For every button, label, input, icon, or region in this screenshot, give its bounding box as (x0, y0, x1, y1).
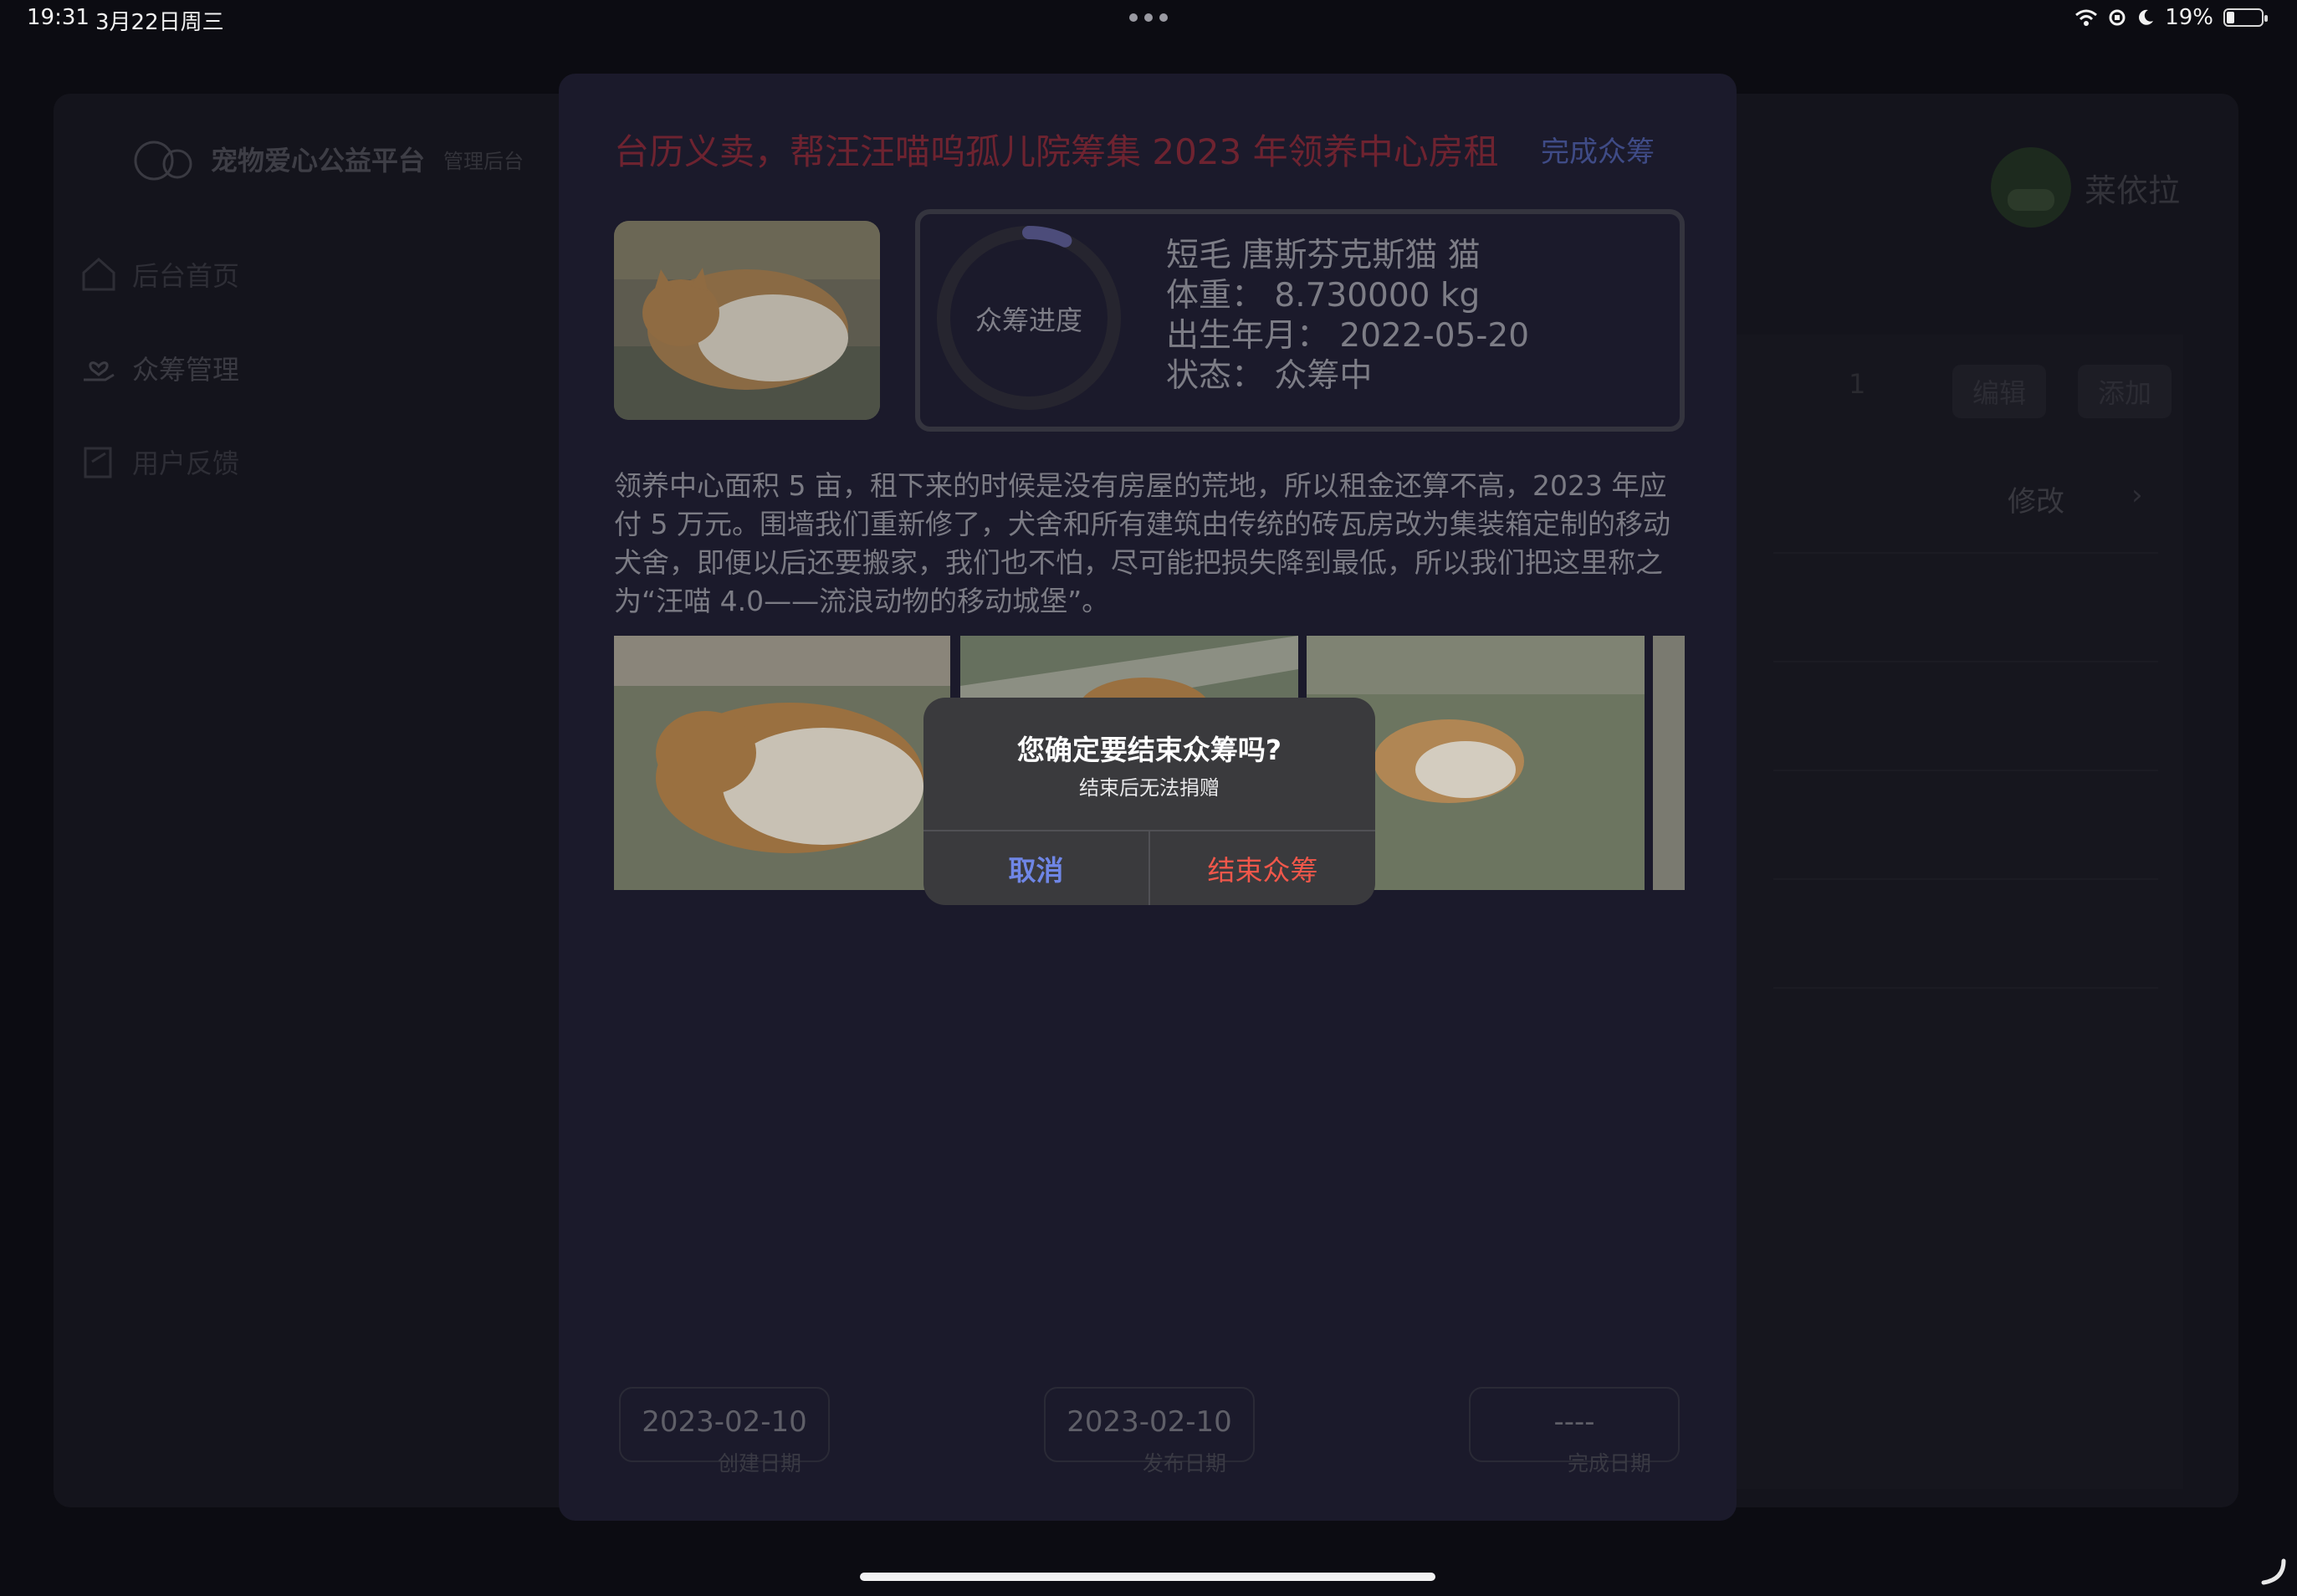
edit-button[interactable]: 编辑 (1952, 365, 2047, 418)
heart-hand-icon (84, 361, 115, 381)
created-date-label: 创建日期 (718, 1451, 802, 1476)
battery-icon (2223, 8, 2268, 27)
confirm-end-dialog: 您确定要结束众筹吗? 结束后无法捐赠 取消 结束众筹 (923, 698, 1375, 905)
sidebar-item-label: 用户反馈 (132, 448, 240, 479)
orientation-lock-icon (2109, 9, 2126, 26)
username: 莱依拉 (2085, 171, 2181, 209)
campaign-title: 台历义卖，帮汪汪喵呜孤儿院筹集 2023 年领养中心房租 (614, 131, 1499, 172)
dialog-title: 您确定要结束众筹吗? (1016, 734, 1282, 766)
home-indicator[interactable] (860, 1573, 1435, 1581)
user-profile[interactable]: 莱依拉 (1991, 147, 2180, 228)
brand-logo: 宠物爱心公益平台 管理后台 (132, 136, 524, 182)
sidebar-item-feedback[interactable]: 用户反馈 (80, 438, 239, 485)
created-date: 2023-02-10 (642, 1405, 807, 1439)
status-indicators: 19% (2074, 5, 2268, 30)
finished-date: ---- (1553, 1405, 1595, 1439)
content-panel (1732, 335, 2183, 1489)
brand-name: 宠物爱心公益平台 (211, 145, 426, 176)
campaign-description: 领养中心面积 5 亩，租下来的时候是没有房屋的荒地，所以租金还算不高，2023 … (614, 469, 1670, 617)
moon-icon (2139, 9, 2154, 25)
sidebar-item-label: 后台首页 (132, 260, 240, 292)
pet-breed: 短毛 唐斯芬克斯猫 猫 (1166, 237, 1481, 274)
multitasking-dots-icon[interactable] (1129, 13, 1168, 22)
published-date: 2023-02-10 (1067, 1405, 1232, 1439)
pet-info: 短毛 唐斯芬克斯猫 猫 体重： 8.730000 kg 出生年月： 2022-0… (1166, 236, 1529, 396)
modify-link[interactable]: 修改 (2008, 478, 2064, 519)
brand-subtitle: 管理后台 (443, 149, 524, 173)
dialog-message: 结束后无法捐赠 (1079, 776, 1220, 800)
cover-photo[interactable] (614, 221, 880, 420)
sidebar-item-label: 众筹管理 (132, 354, 240, 386)
finished-date-label: 完成日期 (1568, 1451, 1652, 1476)
status-time: 19:31 (27, 5, 90, 30)
stepper-value[interactable]: 1 (1849, 368, 1865, 400)
cat-photo (614, 221, 880, 420)
published-date-label: 发布日期 (1143, 1451, 1227, 1476)
phone-icon[interactable] (2259, 1558, 2287, 1586)
sidebar-menu: 后台首页 众筹管理 用户反馈 (80, 251, 239, 532)
screen: 19:31 3月22日周三 19% 宠物爱心公益平台 管理后台 后台首页 众筹管… (0, 0, 2297, 1596)
add-button[interactable]: 添加 (2078, 365, 2172, 418)
status-date: 3月22日周三 (95, 10, 224, 35)
pet-logo-icon (134, 141, 192, 181)
chevron-right-icon: › (2131, 478, 2143, 512)
cancel-button[interactable]: 取消 (923, 831, 1148, 905)
pet-weight: 体重： 8.730000 kg (1166, 277, 1481, 315)
campaign-status: 状态： 众筹中 (1166, 357, 1373, 395)
gallery-photo[interactable] (614, 636, 950, 890)
home-icon (82, 257, 115, 291)
sidebar-item-crowdfunding[interactable]: 众筹管理 (80, 345, 239, 391)
wifi-icon (2075, 9, 2098, 26)
progress-label: 众筹进度 (975, 304, 1082, 336)
sidebar-item-home[interactable]: 后台首页 (80, 251, 239, 298)
divider (1773, 661, 2158, 662)
end-crowdfunding-button[interactable]: 结束众筹 (1150, 831, 1375, 905)
battery-percent: 19% (2165, 5, 2213, 30)
gallery-photo[interactable] (1653, 636, 1685, 890)
feedback-icon (84, 447, 112, 478)
divider (1773, 987, 2158, 989)
avatar[interactable] (1991, 147, 2071, 228)
finish-crowdfunding-link[interactable]: 完成众筹 (1541, 129, 1655, 170)
pet-birth: 出生年月： 2022-05-20 (1166, 317, 1530, 355)
status-bar: 19:31 3月22日周三 19% (0, 0, 2297, 40)
divider (1773, 770, 2158, 771)
divider (1773, 552, 2158, 554)
divider (1773, 878, 2158, 880)
